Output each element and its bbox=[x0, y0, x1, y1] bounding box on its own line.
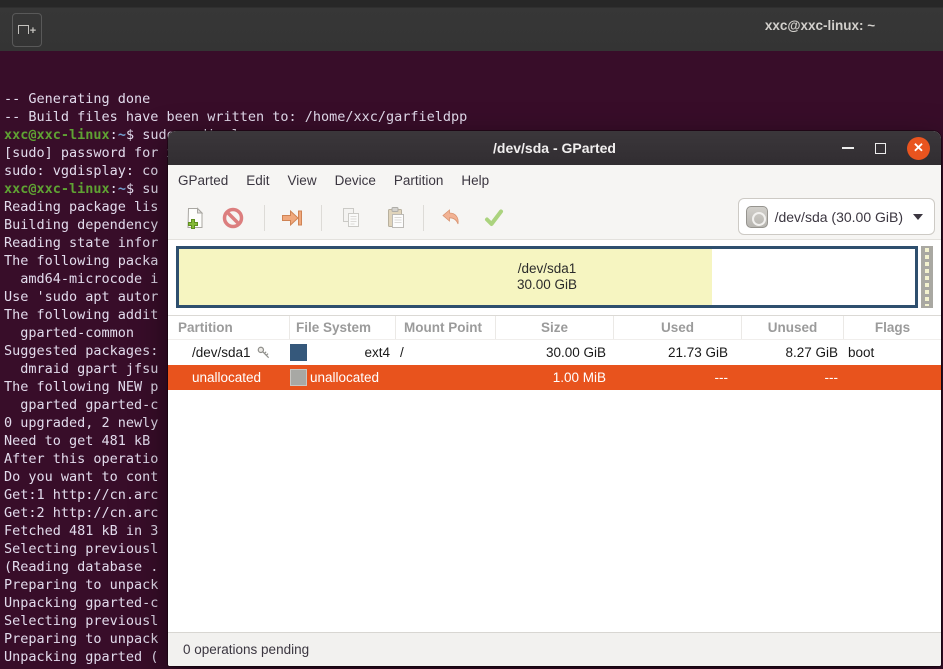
status-bar: 0 operations pending bbox=[168, 632, 941, 666]
new-partition-button[interactable] bbox=[178, 201, 212, 235]
menu-item-edit[interactable]: Edit bbox=[237, 165, 278, 196]
filesystem-name: unallocated bbox=[310, 370, 380, 385]
device-selector-label: /dev/sda (30.00 GiB) bbox=[774, 208, 903, 225]
partition-name: unallocated bbox=[192, 370, 262, 385]
disk-unallocated-space[interactable] bbox=[921, 246, 933, 308]
menu-item-view[interactable]: View bbox=[279, 165, 326, 196]
maximize-icon[interactable] bbox=[875, 142, 886, 154]
undo-button[interactable] bbox=[434, 201, 468, 235]
mount-point: / bbox=[400, 345, 404, 360]
disk-partition-label: /dev/sda1 30.00 GiB bbox=[516, 261, 578, 292]
resize-move-icon bbox=[282, 209, 302, 226]
filesystem-name: ext4 bbox=[364, 345, 390, 360]
gparted-titlebar[interactable]: /dev/sda - GParted ✕ bbox=[168, 131, 941, 165]
column-header-flags: Flags bbox=[874, 320, 911, 335]
chevron-down-icon bbox=[913, 213, 923, 220]
harddisk-icon bbox=[745, 205, 768, 228]
terminal-line: -- Build files have been written to: /ho… bbox=[4, 109, 468, 125]
minimize-icon[interactable] bbox=[842, 147, 854, 149]
window-controls: ✕ bbox=[842, 131, 930, 165]
table-row--dev-sda1[interactable]: /dev/sda1 ext4 / 30.00 GiB 21.73 GiB 8.27 GiB… bbox=[168, 340, 941, 365]
undo-icon bbox=[442, 208, 459, 224]
close-icon[interactable]: ✕ bbox=[907, 136, 930, 160]
column-header-partition: Partition bbox=[168, 316, 290, 339]
resize-move-button[interactable] bbox=[274, 201, 308, 235]
menu-item-partition[interactable]: Partition bbox=[385, 165, 453, 196]
disk-used-space bbox=[179, 249, 712, 305]
partition-size: 30.00 GiB bbox=[545, 345, 606, 360]
paste-button[interactable] bbox=[379, 201, 413, 235]
new-tab-icon: + bbox=[17, 21, 36, 39]
delete-partition-button[interactable] bbox=[216, 201, 250, 235]
toolbar-separator bbox=[321, 204, 322, 231]
apply-icon bbox=[485, 209, 503, 226]
gparted-window: /dev/sda - GParted ✕ GParted Edit View Devi… bbox=[168, 131, 941, 666]
terminal-line: -- Generating done bbox=[4, 91, 151, 107]
paste-icon bbox=[388, 206, 404, 228]
menu-item-help[interactable]: Help bbox=[452, 165, 498, 196]
partition-used: --- bbox=[714, 370, 729, 385]
terminal-titlebar[interactable]: + xxc@xxc-linux: ~ bbox=[0, 0, 943, 51]
column-header-mountpoint: Mount Point bbox=[396, 316, 496, 339]
table-row-unallocated[interactable]: unallocated unallocated 1.00 MiB --- --- bbox=[168, 365, 941, 390]
toolbar-separator bbox=[264, 204, 265, 231]
column-header-filesystem: File System bbox=[290, 316, 396, 339]
column-header-size: Size bbox=[496, 316, 614, 339]
disk-partition-sda1[interactable]: /dev/sda1 30.00 GiB bbox=[176, 246, 918, 308]
disk-visual: /dev/sda1 30.00 GiB bbox=[168, 240, 941, 316]
partition-size: 1.00 MiB bbox=[552, 370, 606, 385]
device-selector[interactable]: /dev/sda (30.00 GiB) bbox=[737, 198, 935, 235]
new-partition-icon bbox=[187, 206, 204, 229]
partition-name: /dev/sda1 bbox=[192, 345, 251, 360]
status-text: 0 operations pending bbox=[183, 642, 310, 657]
toolbar: /dev/sda (30.00 GiB) bbox=[168, 196, 941, 240]
window-title: /dev/sda - GParted bbox=[493, 140, 616, 156]
desktop: + xxc@xxc-linux: ~ -- Generating done -- … bbox=[0, 0, 943, 669]
copy-button[interactable] bbox=[334, 201, 368, 235]
terminal-new-tab-button[interactable]: + bbox=[12, 13, 42, 47]
table-empty-area bbox=[168, 390, 941, 632]
partition-unused: 8.27 GiB bbox=[785, 345, 838, 360]
filesystem-color-swatch bbox=[290, 344, 307, 361]
menu-bar: GParted Edit View Device Partition Help bbox=[168, 165, 941, 196]
delete-icon bbox=[222, 207, 244, 228]
column-header-used: Used bbox=[614, 316, 742, 339]
partition-unused: --- bbox=[824, 370, 839, 385]
apply-button[interactable] bbox=[477, 201, 511, 235]
terminal-window-title: xxc@xxc-linux: ~ bbox=[764, 18, 876, 33]
partition-used: 21.73 GiB bbox=[667, 345, 728, 360]
toolbar-separator bbox=[423, 204, 424, 231]
filesystem-color-swatch bbox=[290, 369, 307, 386]
partition-flags: boot bbox=[848, 345, 875, 360]
menu-item-gparted[interactable]: GParted bbox=[169, 165, 237, 196]
key-icon bbox=[257, 346, 269, 359]
partition-table-body: /dev/sda1 ext4 / 30.00 GiB 21.73 GiB 8.27 GiB… bbox=[168, 340, 941, 390]
menu-item-device[interactable]: Device bbox=[326, 165, 385, 196]
column-header-unused: Unused bbox=[742, 316, 844, 339]
table-header: Partition File System Mount Point Size U… bbox=[168, 316, 941, 340]
copy-icon bbox=[343, 207, 359, 227]
